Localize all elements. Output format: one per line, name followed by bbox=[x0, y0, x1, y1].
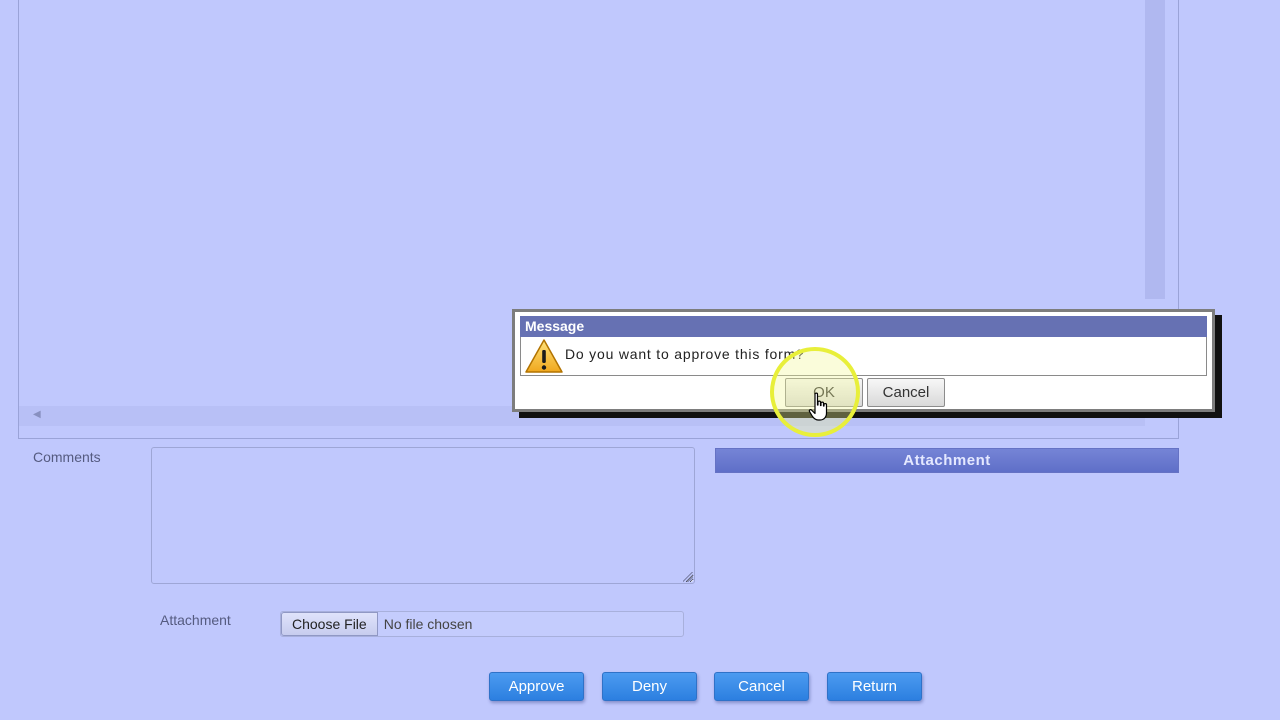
file-input[interactable]: Choose File No file chosen bbox=[280, 611, 684, 637]
message-dialog: Message Do you want to approve this form… bbox=[512, 309, 1215, 412]
choose-file-button[interactable]: Choose File bbox=[281, 612, 378, 636]
return-button[interactable]: Return bbox=[827, 672, 922, 701]
dialog-cancel-button[interactable]: Cancel bbox=[867, 378, 945, 407]
attachment-header: Attachment bbox=[715, 448, 1179, 473]
dialog-body: Do you want to approve this form? bbox=[520, 337, 1207, 376]
comments-label: Comments bbox=[33, 449, 101, 465]
attachment-label: Attachment bbox=[160, 612, 231, 628]
no-file-text: No file chosen bbox=[383, 616, 473, 632]
comments-textarea[interactable] bbox=[151, 447, 695, 584]
warning-icon bbox=[525, 339, 563, 373]
deny-button[interactable]: Deny bbox=[602, 672, 697, 701]
dialog-title: Message bbox=[520, 316, 1207, 337]
textarea-resize-grip-icon[interactable] bbox=[683, 572, 693, 582]
dialog-ok-button[interactable]: OK bbox=[785, 378, 863, 407]
page: ◀ ▶ Comments Attachment Attachment Choos… bbox=[0, 0, 1280, 720]
vertical-scrollbar[interactable] bbox=[1145, 0, 1165, 299]
scroll-left-arrow-icon[interactable]: ◀ bbox=[33, 409, 41, 420]
approve-button[interactable]: Approve bbox=[489, 672, 584, 701]
cancel-button[interactable]: Cancel bbox=[714, 672, 809, 701]
dialog-message: Do you want to approve this form? bbox=[565, 346, 805, 362]
